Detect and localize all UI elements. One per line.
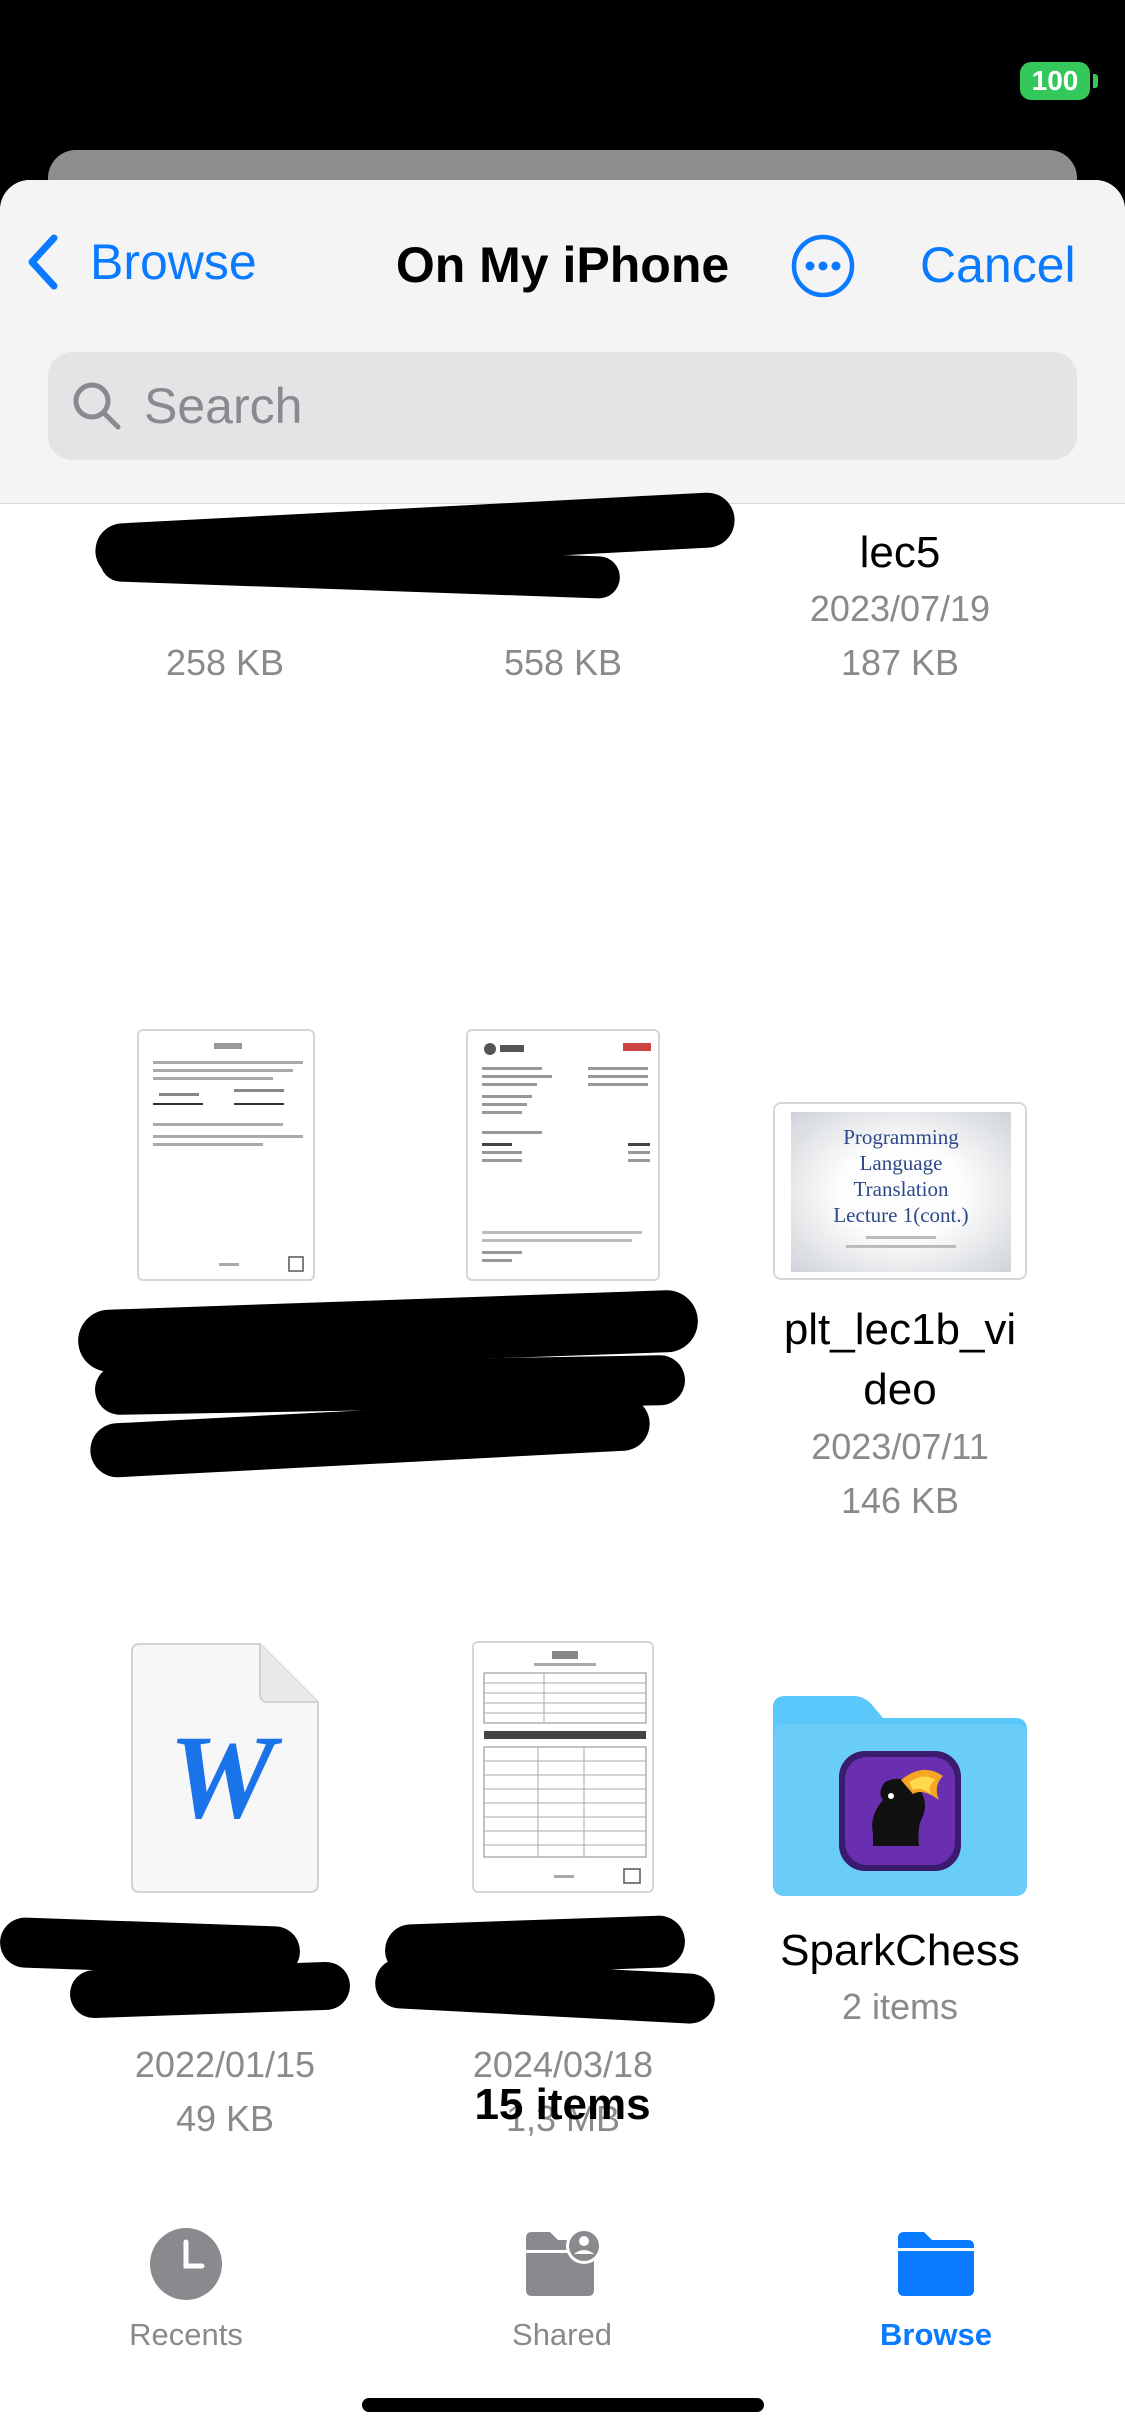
invoice-preview	[482, 1043, 651, 1262]
file-size: 146 KB	[840, 1480, 960, 1521]
slide-title-line: Language	[859, 1151, 943, 1175]
chevron-left-icon	[28, 234, 58, 290]
file-grid: 258 KB 558 KB lec5 2023/07/19 187 KB Pro…	[0, 491, 1125, 2294]
document-thumbnail[interactable]	[472, 1641, 654, 1893]
battery-tip	[1093, 74, 1098, 88]
folder-icon	[898, 2232, 974, 2296]
slide-title-line: Lecture 1(cont.)	[833, 1203, 969, 1227]
slide-preview: Programming Language Translation Lecture…	[791, 1112, 1011, 1272]
search-icon	[73, 382, 121, 430]
file-date	[55, 582, 395, 636]
shared-folder-icon	[526, 2228, 602, 2296]
folder-icon	[773, 1696, 1027, 1896]
file-name: plt_lec1b_video	[783, 1305, 1017, 1414]
file-name: lec5	[859, 528, 941, 577]
folder-name: SparkChess	[780, 1926, 1020, 1975]
word-document-icon-graphic: W	[131, 1643, 319, 1893]
back-button[interactable]: Browse	[24, 230, 257, 294]
file-size: 187 KB	[840, 642, 960, 683]
slide-subtitle-line	[846, 1245, 956, 1248]
document-thumbnail[interactable]	[137, 1029, 315, 1281]
file-item[interactable]: plt_lec1b_video 2023/07/11 146 KB	[730, 1300, 1070, 1528]
file-item[interactable]: lec5 2023/07/19 187 KB	[730, 524, 1070, 690]
slide-title-line: Programming	[843, 1125, 959, 1149]
slide-title-line: Translation	[853, 1177, 949, 1201]
svg-text:W: W	[169, 1710, 283, 1843]
file-browser-sheet: Browse On My iPhone Cancel 258 KB	[0, 180, 1125, 2436]
home-indicator[interactable]	[362, 2398, 764, 2412]
tab-label: Shared	[512, 2317, 612, 2352]
status-bar: 100	[0, 0, 1125, 150]
tab-shared[interactable]: Shared	[442, 2224, 682, 2353]
nav-header: Browse On My iPhone Cancel	[0, 180, 1125, 504]
presentation-thumbnail[interactable]: Programming Language Translation Lecture…	[773, 1102, 1027, 1280]
back-button-label: Browse	[90, 234, 257, 290]
tab-label: Browse	[880, 2317, 992, 2352]
more-options-button[interactable]	[790, 233, 856, 299]
clock-icon	[150, 2228, 222, 2300]
cancel-button[interactable]: Cancel	[920, 236, 1076, 294]
item-count: 15 items	[474, 2080, 651, 2129]
redaction-mark	[69, 1961, 351, 2019]
tab-browse[interactable]: Browse	[816, 2224, 1056, 2353]
form-preview	[483, 1651, 647, 1884]
word-document-icon[interactable]: W	[130, 1642, 320, 1894]
battery-icon: 100	[1020, 62, 1090, 100]
search-input[interactable]	[144, 377, 1044, 435]
slide-subtitle-line	[866, 1236, 936, 1239]
folder-item[interactable]: SparkChess 2 items	[730, 1922, 1070, 2034]
document-thumbnail[interactable]	[466, 1029, 660, 1281]
file-size: 258 KB	[165, 642, 285, 683]
document-preview	[153, 1043, 304, 1272]
folder-item-count: 2 items	[841, 1986, 959, 2027]
tab-label: Recents	[129, 2317, 243, 2352]
ellipsis-circle-icon	[791, 234, 855, 298]
file-date: 2023/07/19	[809, 588, 991, 629]
tab-recents[interactable]: Recents	[66, 2224, 306, 2353]
file-size: 558 KB	[503, 642, 623, 683]
file-date: 2023/07/11	[811, 1426, 989, 1467]
sparkchess-folder-icon[interactable]	[773, 1696, 1027, 1896]
search-bar[interactable]	[48, 352, 1077, 460]
